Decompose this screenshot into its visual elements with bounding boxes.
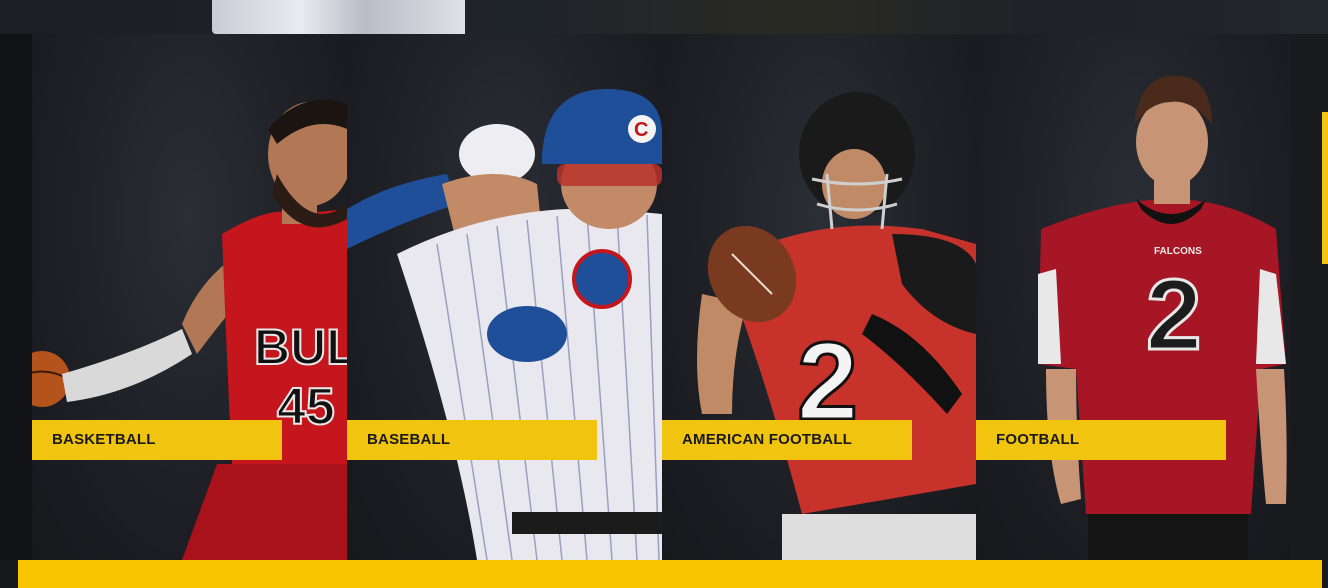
category-label-football[interactable]: FOOTBALL [976, 420, 1226, 460]
scrollbar-thumb[interactable] [1322, 112, 1328, 264]
section-left-margin [0, 34, 32, 560]
football-player-image: 2 FALCONS [1038, 75, 1287, 560]
category-label-baseball[interactable]: BASEBALL [347, 420, 597, 460]
sport-card-basketball[interactable]: BULLS 45 BASKETBALL [32, 34, 347, 560]
category-label-basketball[interactable]: BASKETBALL [32, 420, 282, 460]
hero-athlete-image [212, 0, 465, 34]
hero-banner-strip [0, 0, 1328, 34]
sport-card-baseball[interactable]: C BASEBALL [347, 34, 662, 560]
jersey-number-45: 45 [277, 378, 335, 436]
team-patch: FALCONS [1154, 246, 1202, 257]
sports-categories-page: BULLS 45 BASKETBALL [0, 0, 1328, 588]
american-football-player-image: 2 [697, 92, 976, 560]
jersey-number-2-football: 2 [1146, 259, 1202, 371]
category-label-american-football[interactable]: AMERICAN FOOTBALL [662, 420, 912, 460]
bottom-accent-bar [18, 560, 1322, 588]
helmet-logo: C [634, 119, 648, 141]
sport-card-football[interactable]: 2 FALCONS FOOTBALL [976, 34, 1291, 560]
jersey-text-bulls: BULLS [254, 319, 347, 375]
basketball-player-image: BULLS 45 [32, 99, 347, 560]
sports-category-section: BULLS 45 BASKETBALL [0, 34, 1328, 588]
sport-card-american-football[interactable]: 2 AMERICAN FOOTBALL [662, 34, 976, 560]
baseball-player-image: C [347, 89, 662, 560]
